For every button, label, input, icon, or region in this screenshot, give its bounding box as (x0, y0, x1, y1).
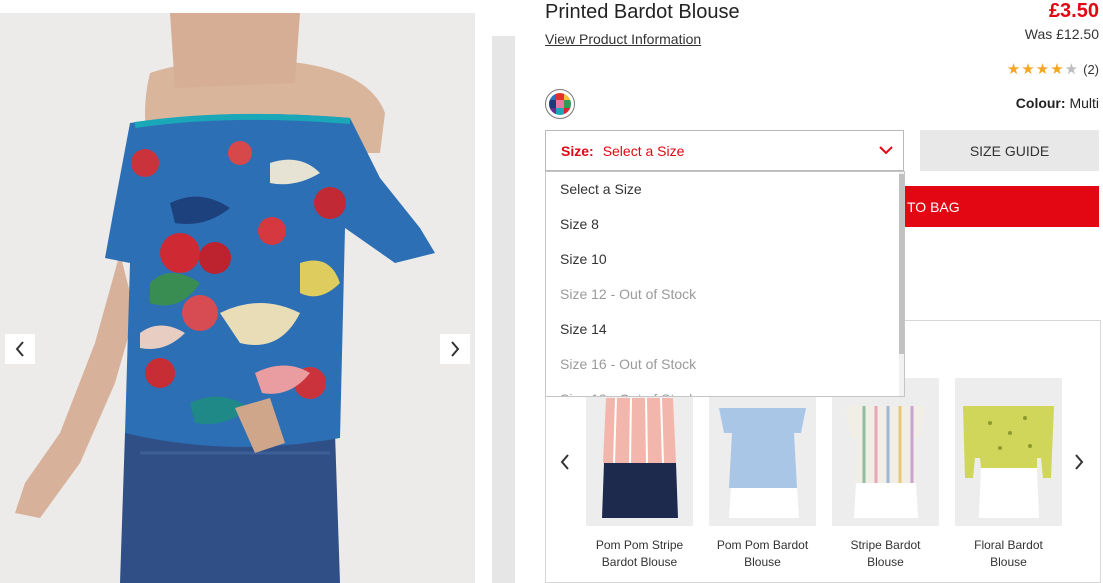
star-icon: ★ (1064, 61, 1079, 78)
size-option[interactable]: Size 18 - Out of Stock (546, 382, 904, 396)
gallery-prev-button[interactable] (5, 334, 35, 364)
rec-product-name[interactable]: Floral Bardot Blouse (955, 537, 1062, 571)
size-guide-button[interactable]: SIZE GUIDE (920, 130, 1099, 171)
colour-value: Multi (1069, 95, 1099, 111)
next-image-preview[interactable] (492, 36, 515, 583)
rating[interactable]: ★ ★ ★ ★ ★ (2) (1007, 62, 1099, 77)
rec-product-card[interactable]: Pom Pom Bardot Blouse (709, 378, 816, 571)
add-to-bag-label: TO BAG (907, 198, 960, 215)
chevron-right-icon (451, 341, 460, 357)
colour-swatch-multi[interactable] (545, 89, 575, 119)
current-price: £3.50 (1048, 0, 1099, 22)
size-option[interactable]: Size 10 (546, 242, 904, 277)
star-icon: ★ (1050, 61, 1064, 78)
rec-product-image[interactable] (955, 378, 1062, 526)
size-select[interactable]: Size: Select a Size (545, 130, 904, 171)
rec-product-card[interactable]: Stripe Bardot Blouse (832, 378, 939, 571)
colour-indicator: Colour: Multi (1016, 95, 1099, 111)
scrollbar-thumb[interactable] (899, 174, 904, 354)
chevron-down-icon (879, 146, 893, 155)
rec-product-image[interactable] (586, 378, 693, 526)
size-option[interactable]: Size 8 (546, 207, 904, 242)
size-option[interactable]: Select a Size (546, 172, 904, 207)
review-count[interactable]: (2) (1083, 62, 1099, 77)
rec-product-image[interactable] (832, 378, 939, 526)
rec-product-card[interactable]: Pom Pom Stripe Bardot Blouse (586, 378, 693, 571)
dropdown-scrollbar[interactable] (899, 172, 904, 396)
star-icon: ★ (1021, 61, 1035, 78)
colour-label: Colour: (1015, 95, 1066, 111)
rec-product-name[interactable]: Pom Pom Bardot Blouse (709, 537, 816, 571)
rec-product-card[interactable]: Floral Bardot Blouse (955, 378, 1062, 571)
rec-next-button[interactable] (1072, 453, 1086, 471)
gallery-next-button[interactable] (440, 334, 470, 364)
size-option[interactable]: Size 12 - Out of Stock (546, 277, 904, 312)
star-icon: ★ (1006, 61, 1021, 78)
size-option[interactable]: Size 14 (546, 312, 904, 347)
star-icon: ★ (1035, 61, 1050, 78)
product-image (0, 13, 475, 583)
product-title: Printed Bardot Blouse (545, 1, 740, 23)
size-label: Size: (561, 142, 594, 159)
rec-product-name[interactable]: Pom Pom Stripe Bardot Blouse (586, 537, 693, 571)
size-option[interactable]: Size 16 - Out of Stock (546, 347, 904, 382)
was-price: Was £12.50 (1024, 26, 1099, 42)
size-selected-value: Select a Size (602, 142, 685, 159)
rec-product-name[interactable]: Stripe Bardot Blouse (832, 537, 939, 571)
model-photo (15, 13, 435, 583)
rec-product-image[interactable] (709, 378, 816, 526)
rec-prev-button[interactable] (558, 453, 572, 471)
view-product-info-link[interactable]: View Product Information (545, 31, 701, 47)
size-dropdown-list[interactable]: Select a Size Size 8 Size 10 Size 12 - O… (545, 171, 905, 397)
chevron-left-icon (15, 341, 24, 357)
